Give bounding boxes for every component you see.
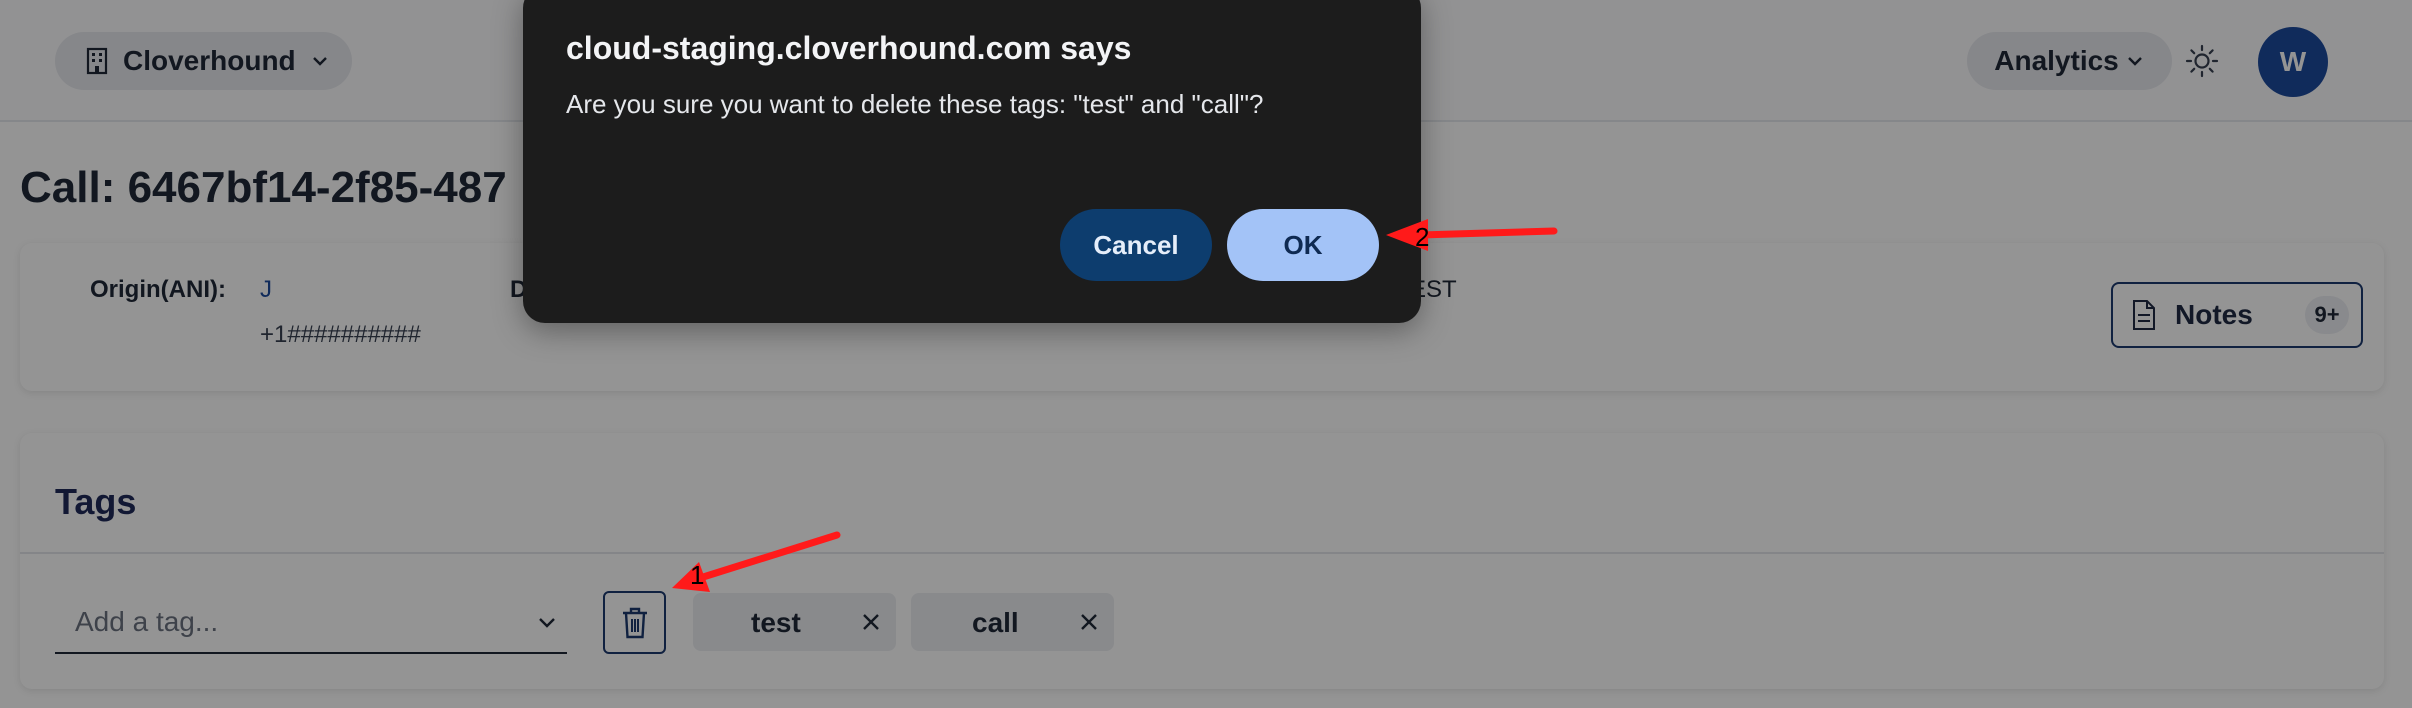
annotation-label-2: 2 xyxy=(1415,222,1430,252)
cancel-button[interactable]: Cancel xyxy=(1060,209,1212,281)
annotation-label-1: 1 xyxy=(690,560,705,590)
confirm-dialog: cloud-staging.cloverhound.com says Are y… xyxy=(523,0,1421,323)
dialog-message: Are you sure you want to delete these ta… xyxy=(566,89,1264,119)
dialog-title: cloud-staging.cloverhound.com says xyxy=(566,30,1132,66)
ok-button[interactable]: OK xyxy=(1227,209,1379,281)
